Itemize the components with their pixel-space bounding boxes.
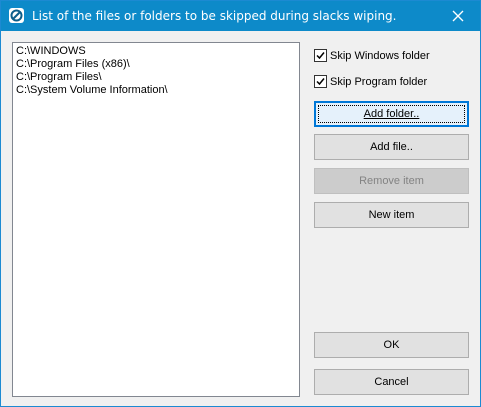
- checkmark-icon: [316, 52, 325, 60]
- list-item[interactable]: C:\Program Files (x86)\: [16, 58, 296, 71]
- skip-program-folder-label: Skip Program folder: [330, 75, 428, 88]
- close-icon: [452, 10, 464, 22]
- skip-program-folder-option[interactable]: Skip Program folder: [314, 74, 427, 89]
- list-item[interactable]: C:\Program Files\: [16, 71, 296, 84]
- new-item-label: New item: [368, 209, 415, 221]
- add-file-button[interactable]: Add file..: [314, 134, 469, 160]
- skip-program-folder-checkbox[interactable]: [314, 75, 327, 88]
- cancel-label: Cancel: [374, 376, 409, 388]
- cancel-button[interactable]: Cancel: [314, 369, 469, 395]
- no-sign-icon: [9, 8, 24, 23]
- checkmark-icon: [316, 78, 325, 86]
- list-item[interactable]: C:\WINDOWS: [16, 45, 296, 58]
- remove-item-button[interactable]: Remove item: [314, 168, 469, 194]
- ok-label: OK: [383, 339, 400, 351]
- skip-windows-folder-option[interactable]: Skip Windows folder: [314, 48, 430, 63]
- add-folder-button[interactable]: Add folder..: [314, 101, 469, 127]
- skip-windows-folder-label: Skip Windows folder: [330, 49, 430, 62]
- new-item-button[interactable]: New item: [314, 202, 469, 228]
- dialog-window: List of the files or folders to be skipp…: [0, 0, 481, 407]
- window-title: List of the files or folders to be skipp…: [32, 9, 397, 23]
- skipped-items-list[interactable]: C:\WINDOWS C:\Program Files (x86)\ C:\Pr…: [12, 42, 300, 397]
- title-bar[interactable]: List of the files or folders to be skipp…: [1, 1, 480, 31]
- add-file-label: Add file..: [370, 141, 413, 153]
- remove-item-label: Remove item: [359, 175, 424, 187]
- skip-windows-folder-checkbox[interactable]: [314, 49, 327, 62]
- list-item[interactable]: C:\System Volume Information\: [16, 84, 296, 97]
- add-folder-label: Add folder..: [363, 108, 420, 120]
- ok-button[interactable]: OK: [314, 332, 469, 358]
- close-button[interactable]: [436, 1, 480, 31]
